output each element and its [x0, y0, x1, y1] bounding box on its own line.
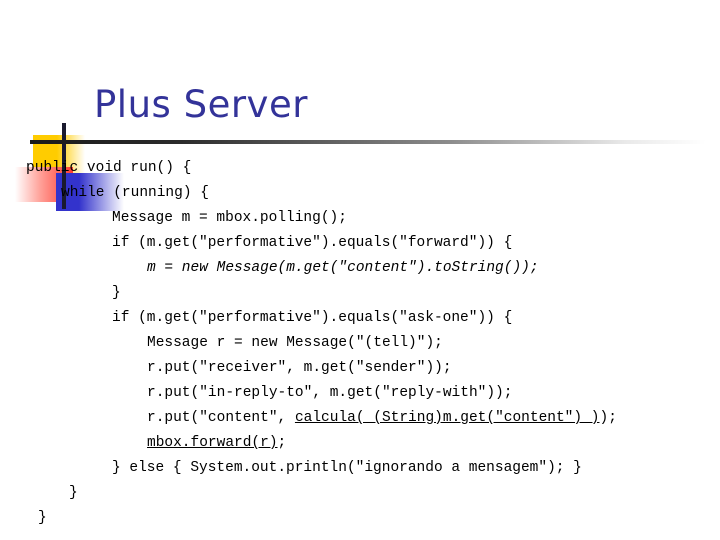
code-line: if (m.get("performative").equals("forwar…	[112, 235, 513, 251]
title-underline-rule	[30, 140, 706, 144]
code-line: Message r = new Message("(tell)");	[147, 335, 443, 351]
code-line: } else { System.out.println("ignorando a…	[112, 460, 582, 476]
code-line: public void run() {	[26, 160, 192, 176]
code-highlight: mbox.forward(r)	[147, 435, 278, 451]
code-line: mbox.forward(r);	[147, 435, 287, 451]
code-block: public void run() { while (running) { Mess…	[0, 156, 720, 531]
code-highlight: calcula( (String)m.get("content") )	[294, 410, 600, 426]
code-line: Message m = mbox.polling();	[112, 210, 347, 226]
code-line: }	[112, 285, 121, 301]
code-line: }	[38, 510, 47, 526]
code-line: if (m.get("performative").equals("ask-on…	[112, 310, 513, 326]
page-title: Plus Server	[94, 83, 308, 126]
code-line: while (running) {	[61, 185, 209, 201]
code-line: r.put("content", calcula( (String)m.get(…	[147, 410, 617, 426]
code-line: r.put("receiver", m.get("sender"));	[147, 360, 452, 376]
code-line: }	[69, 485, 78, 501]
code-line: r.put("in-reply-to", m.get("reply-with")…	[147, 385, 513, 401]
code-line: m = new Message(m.get("content").toStrin…	[147, 260, 539, 276]
slide: Plus Server public void run() { while (ru…	[0, 0, 720, 540]
